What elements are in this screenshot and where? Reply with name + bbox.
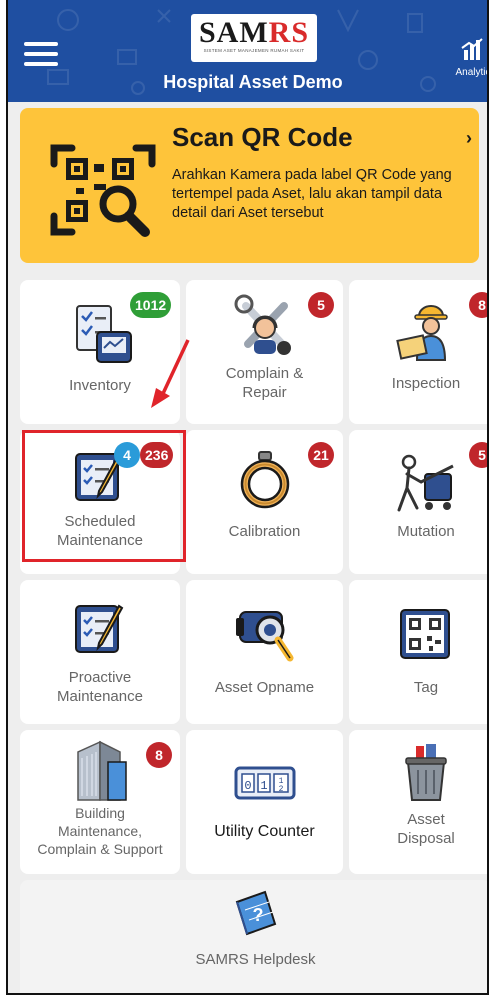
tile-label: Mutation <box>397 523 455 540</box>
tile-label: SAMRS Helpdesk <box>195 951 316 968</box>
help-book-icon: ? <box>235 890 276 936</box>
highlight-box <box>22 430 186 562</box>
tile-label: Complain & Repair <box>225 365 304 401</box>
hamburger-icon-bar <box>24 62 58 66</box>
tile-label: Tag <box>413 679 439 696</box>
tile-proactive-maintenance[interactable]: Proactive Maintenance <box>20 580 180 724</box>
tile-utility-counter[interactable]: 0 1 1 2 Utility Counter <box>186 730 343 874</box>
count-badge: 8 <box>469 292 487 318</box>
hamburger-icon-bar <box>24 52 58 56</box>
scan-description: Arahkan Kamera pada label QR Code yang t… <box>172 167 452 221</box>
chevron-right-icon: › <box>466 128 472 148</box>
tile-asset-disposal[interactable]: Asset Disposal <box>349 730 487 874</box>
tile-calibration[interactable]: Calibration 21 <box>186 430 343 574</box>
app-header: SAMRS SISTEM ASET MANAJEMEN RUMAH SAKIT … <box>8 0 487 102</box>
svg-text:0: 0 <box>244 779 251 793</box>
counter-meter-icon: 0 1 1 2 <box>234 766 295 800</box>
scan-qr-card[interactable]: Scan QR Code Arahkan Kamera pada label Q… <box>20 108 479 263</box>
tile-label: Building Maintenance, Complain & Support <box>37 805 163 857</box>
qr-tag-icon <box>400 609 450 659</box>
count-badge: 5 <box>308 292 334 318</box>
clipboard-pen-icon <box>75 604 124 653</box>
tile-label: Proactive Maintenance <box>57 669 143 705</box>
count-badge: 21 <box>308 442 334 468</box>
hamburger-icon-bar <box>24 42 58 46</box>
count-badge: 8 <box>146 742 172 768</box>
analytic-button[interactable]: Analytic <box>448 38 489 78</box>
building-icon <box>77 740 127 801</box>
tile-label: Asset Disposal <box>397 811 455 847</box>
tile-building-maintenance[interactable]: Building Maintenance, Complain & Support 8 <box>20 730 180 874</box>
analytic-label: Analytic <box>455 67 489 78</box>
logo-text-main: SAM <box>198 16 269 49</box>
qr-scan-icon <box>50 144 156 237</box>
bar-chart-icon <box>461 38 483 60</box>
svg-text:1: 1 <box>260 779 267 793</box>
count-badge: 5 <box>469 442 487 468</box>
scan-title: Scan QR Code <box>172 122 353 152</box>
helpdesk-button[interactable]: ? SAMRS Helpdesk <box>20 880 487 993</box>
svg-text:?: ? <box>252 905 263 925</box>
tile-label: Calibration <box>228 523 301 540</box>
logo-subtext: SISTEM ASET MANAJEMEN RUMAH SAKIT <box>203 48 305 53</box>
app-frame: SAMRS SISTEM ASET MANAJEMEN RUMAH SAKIT … <box>6 0 489 995</box>
calibration-ring-icon <box>240 451 289 509</box>
moving-cart-icon <box>397 454 454 512</box>
tile-label: Utility Counter <box>214 823 315 840</box>
tile-label: Asset Opname <box>214 679 315 696</box>
camera-magnifier-icon <box>235 611 293 662</box>
svg-text:2: 2 <box>278 785 283 794</box>
tile-asset-opname[interactable]: Asset Opname <box>186 580 343 724</box>
menu-button[interactable] <box>24 42 58 70</box>
tile-inspection[interactable]: Inspection 8 <box>349 280 487 424</box>
tile-label: Inspection <box>391 375 461 392</box>
count-badge: 1012 <box>130 292 172 318</box>
inventory-checklist-icon <box>76 305 132 363</box>
annotation-arrow-icon <box>151 339 190 408</box>
tile-complain-repair[interactable]: Complain & Repair 5 <box>186 280 343 424</box>
samrs-logo: SAMRS SISTEM ASET MANAJEMEN RUMAH SAKIT <box>191 14 317 62</box>
page-title: Hospital Asset Demo <box>163 72 343 92</box>
tile-tag[interactable]: Tag <box>349 580 487 724</box>
logo-text-accent: RS <box>268 16 310 49</box>
trash-bin-icon <box>405 744 447 801</box>
tile-mutation[interactable]: Mutation 5 <box>349 430 487 574</box>
wrench-tools-icon <box>234 294 291 355</box>
inspector-icon <box>396 305 448 361</box>
